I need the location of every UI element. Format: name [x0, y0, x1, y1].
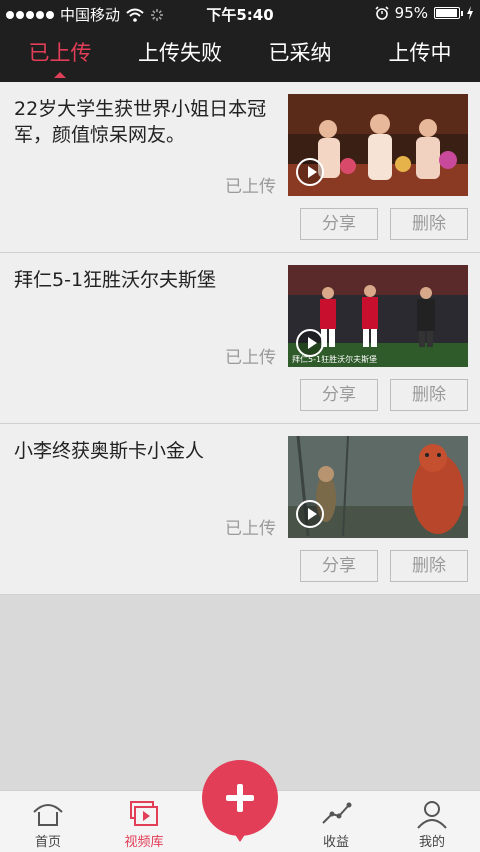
home-icon [33, 804, 63, 826]
tab-uploading[interactable]: 上传中 [360, 26, 480, 82]
delete-button[interactable]: 删除 [390, 379, 468, 411]
video-item[interactable]: 22岁大学生获世界小姐日本冠军，颜值惊呆网友。 已上传 分享 删除 [0, 82, 480, 253]
tab-adopted[interactable]: 已采纳 [240, 26, 360, 82]
tab-label: 上传失败 [138, 41, 222, 65]
add-video-button[interactable] [202, 760, 278, 842]
nav-income[interactable]: 收益 [296, 791, 376, 852]
share-button[interactable]: 分享 [300, 550, 378, 582]
nav-label: 收益 [322, 835, 349, 850]
video-library-icon [130, 801, 158, 826]
status-bar: 中国移动 下午5:40 95% [0, 0, 480, 26]
battery-percent: 95% [394, 4, 428, 22]
tab-bar: 已上传 上传失败 已采纳 上传中 [0, 26, 480, 82]
plus-icon [237, 784, 243, 812]
delete-button[interactable]: 删除 [390, 208, 468, 240]
video-title: 小李终获奥斯卡小金人 [14, 440, 205, 462]
nav-videos[interactable]: 视频库 [104, 791, 184, 852]
upload-status: 已上传 [225, 348, 276, 368]
tab-uploaded[interactable]: 已上传 [0, 26, 120, 82]
video-title: 拜仁5-1狂胜沃尔夫斯堡 [14, 269, 217, 291]
play-icon[interactable] [296, 158, 324, 186]
video-item[interactable]: 小李终获奥斯卡小金人 已上传 分享 删除 [0, 424, 480, 595]
alarm-icon [375, 6, 389, 20]
upload-status: 已上传 [225, 177, 276, 197]
tab-upload-failed[interactable]: 上传失败 [120, 26, 240, 82]
active-tab-indicator [54, 72, 66, 78]
status-right: 95% [375, 4, 474, 22]
video-thumbnail[interactable]: 拜仁5-1狂胜沃尔夫斯堡 [288, 265, 468, 367]
user-icon [417, 801, 447, 829]
play-icon[interactable] [296, 500, 324, 528]
video-list: 22岁大学生获世界小姐日本冠军，颜值惊呆网友。 已上传 分享 删除 拜仁5-1狂… [0, 82, 480, 595]
video-thumbnail[interactable] [288, 436, 468, 538]
charging-icon [467, 6, 473, 20]
share-button[interactable]: 分享 [300, 208, 378, 240]
video-thumbnail[interactable] [288, 94, 468, 196]
nav-label: 我的 [418, 835, 445, 850]
share-button[interactable]: 分享 [300, 379, 378, 411]
tab-label: 已采纳 [268, 41, 332, 65]
play-icon[interactable] [296, 329, 324, 357]
thumbnail-caption: 拜仁5-1狂胜沃尔夫斯堡 [292, 355, 378, 364]
tab-label: 已上传 [28, 41, 92, 65]
nav-mine[interactable]: 我的 [392, 791, 472, 852]
nav-label: 视频库 [124, 835, 164, 850]
battery-icon [434, 7, 463, 19]
nav-label: 首页 [34, 835, 61, 850]
video-item[interactable]: 拜仁5-1狂胜沃尔夫斯堡 拜仁5-1狂胜沃尔夫斯堡 已上传 分享 删除 [0, 253, 480, 424]
nav-home[interactable]: 首页 [8, 791, 88, 852]
upload-status: 已上传 [225, 519, 276, 539]
delete-button[interactable]: 删除 [390, 550, 468, 582]
tab-label: 上传中 [388, 41, 452, 65]
video-title: 22岁大学生获世界小姐日本冠军，颜值惊呆网友。 [14, 98, 267, 146]
chart-line-icon [322, 802, 352, 824]
